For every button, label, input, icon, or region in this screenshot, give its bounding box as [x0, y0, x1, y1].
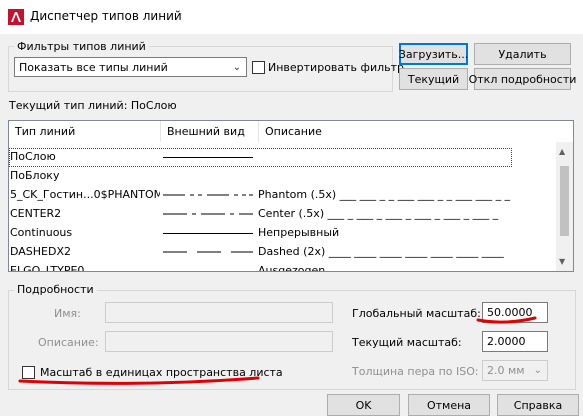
linetype-preview-phantom — [163, 194, 253, 196]
iso-pen-width-label: Толщина пера по ISO: — [352, 365, 479, 378]
table-row[interactable]: CENTER2 Center (.5x) ___ _ ___ _ ___ _ _… — [9, 205, 565, 224]
scrollbar-thumb[interactable] — [560, 166, 569, 236]
details-group-label: Подробности — [14, 283, 97, 296]
chevron-down-icon: ⌄ — [533, 365, 542, 376]
autocad-logo-icon — [8, 9, 24, 25]
linetype-description: Dashed (2x) ____ ____ ____ ____ ____ ___… — [258, 245, 504, 258]
linetype-description: Ausgezogen — [258, 264, 326, 272]
linetype-filter-select[interactable]: Показать все типы линий ⌄ — [14, 57, 247, 77]
list-scrollbar[interactable]: ▲ ▼ — [556, 142, 573, 271]
table-row[interactable]: ПоСлою — [9, 148, 565, 167]
global-scale-input[interactable]: 50.0000 — [482, 302, 548, 323]
linetype-preview-center — [163, 213, 253, 215]
linetype-name: ПоСлою — [10, 150, 56, 163]
table-row[interactable]: ELGO_LTYPE0 Ausgezogen — [9, 262, 565, 272]
paper-space-units-label: Масштаб в единицах пространства листа — [40, 366, 283, 379]
current-scale-input[interactable]: 2.0000 — [482, 331, 548, 352]
table-row[interactable]: ПоБлоку — [9, 167, 565, 186]
linetype-preview-dashed — [163, 251, 253, 253]
table-row[interactable]: Continuous Непрерывный — [9, 224, 565, 243]
linetype-description: Phantom (.5x) ___ ___ _ _ ___ ___ _ _ __… — [258, 188, 511, 201]
load-button[interactable]: Загрузить... — [399, 43, 468, 65]
table-row[interactable]: 5_CK_Гостин...0$PHANTOM2 Phantom (.5x) _… — [9, 186, 565, 205]
scroll-down-arrow-icon[interactable]: ▼ — [559, 257, 565, 266]
scroll-up-arrow-icon[interactable]: ▲ — [559, 147, 565, 156]
global-scale-label: Глобальный масштаб: — [352, 307, 481, 320]
table-row[interactable]: DASHEDX2 Dashed (2x) ____ ____ ____ ____… — [9, 243, 565, 262]
chevron-down-icon: ⌄ — [232, 62, 241, 73]
delete-button[interactable]: Удалить — [474, 43, 571, 65]
filters-group-label: Фильтры типов линий — [14, 40, 149, 53]
linetype-name: ПоБлоку — [10, 169, 60, 182]
column-header-appearance[interactable]: Внешний вид — [161, 121, 259, 142]
linetype-name: ELGO_LTYPE0 — [10, 264, 85, 272]
window-title: Диспетчер типов линий — [30, 9, 182, 23]
current-linetype-label: Текущий тип линий: ПоСлою — [9, 99, 177, 112]
current-scale-label: Текущий масштаб: — [352, 336, 462, 349]
column-header-description[interactable]: Описание — [259, 121, 555, 142]
iso-pen-width-select[interactable]: 2.0 мм ⌄ — [482, 360, 548, 381]
set-current-button[interactable]: Текущий — [399, 68, 468, 90]
linetype-name: 5_CK_Гостин...0$PHANTOM2 — [10, 188, 160, 201]
linetype-preview-solid — [163, 233, 253, 234]
linetype-name: Continuous — [10, 226, 73, 239]
linetype-list[interactable]: Тип линий Внешний вид Описание ПоСлою По… — [8, 120, 574, 272]
linetype-name: CENTER2 — [10, 207, 62, 220]
iso-pen-width-value: 2.0 мм — [487, 364, 525, 377]
linetype-description: Center (.5x) ___ _ ___ _ ___ _ ___ _ ___… — [258, 207, 499, 220]
toggle-details-button[interactable]: Откл подробности — [469, 68, 576, 90]
linetype-description: Непрерывный — [258, 226, 340, 239]
linetype-filter-value: Показать все типы линий — [19, 60, 168, 74]
invert-filter-checkbox[interactable] — [252, 61, 265, 74]
paper-space-units-checkbox[interactable] — [22, 366, 35, 379]
column-header-linetype[interactable]: Тип линий — [9, 121, 161, 142]
description-field[interactable] — [105, 331, 333, 352]
name-field[interactable] — [105, 302, 333, 323]
name-label: Имя: — [54, 307, 81, 320]
linetype-preview-solid — [163, 271, 253, 272]
linetype-name: DASHEDX2 — [10, 245, 72, 258]
invert-filter-label: Инвертировать фильтр — [268, 61, 404, 74]
linetype-preview-solid — [163, 157, 253, 158]
description-label: Описание: — [38, 336, 99, 349]
